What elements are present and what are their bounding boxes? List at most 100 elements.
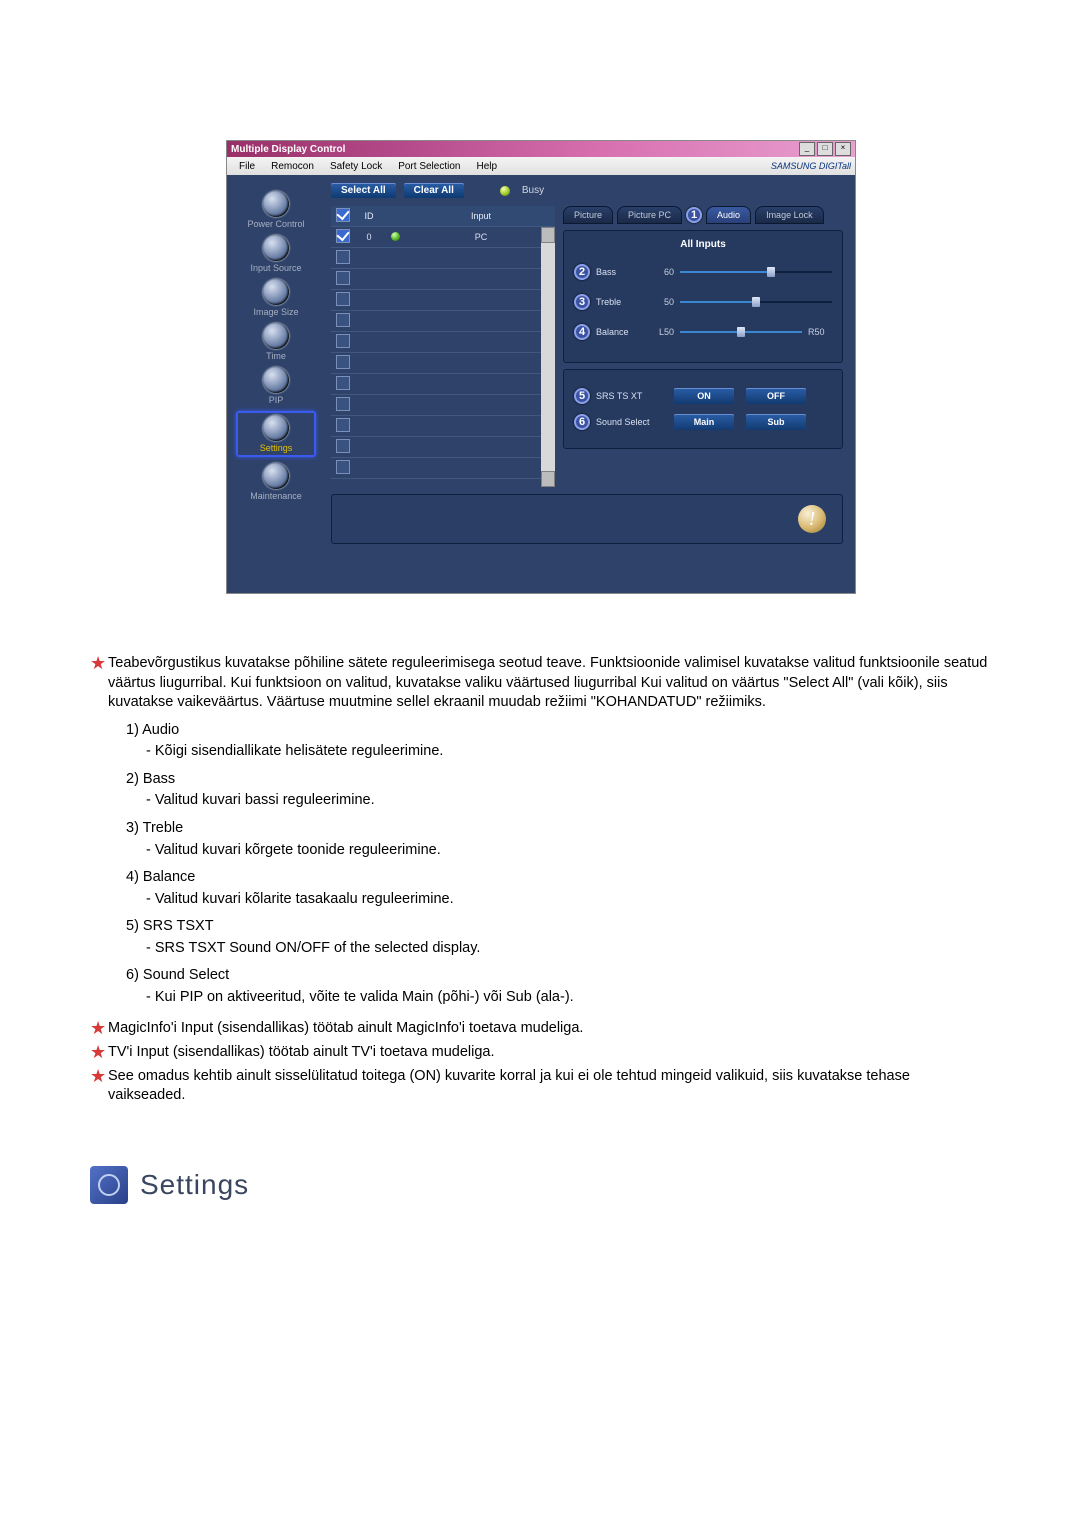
row-checkbox[interactable]	[336, 397, 350, 411]
table-row[interactable]	[331, 374, 555, 395]
treble-slider[interactable]	[680, 301, 832, 303]
row-checkbox[interactable]	[336, 418, 350, 432]
brand-logo: SAMSUNG DIGITall	[771, 161, 851, 171]
menu-safety-lock[interactable]: Safety Lock	[322, 161, 390, 172]
clear-all-button[interactable]: Clear All	[404, 183, 464, 198]
row-checkbox[interactable]	[336, 292, 350, 306]
srs-off-button[interactable]: OFF	[746, 388, 806, 404]
callout-2: 2	[574, 264, 590, 280]
star-icon: ★	[90, 1067, 108, 1106]
section-title: Settings	[140, 1169, 249, 1201]
sidebar-item-pip[interactable]: PIP	[238, 367, 314, 405]
sidebar-label: Power Control	[247, 219, 304, 229]
table-row[interactable]	[331, 290, 555, 311]
slider-thumb-icon[interactable]	[752, 297, 760, 307]
row-checkbox[interactable]	[336, 334, 350, 348]
row-checkbox[interactable]	[336, 376, 350, 390]
table-row[interactable]	[331, 332, 555, 353]
sidebar-item-image-size[interactable]: Image Size	[238, 279, 314, 317]
table-row[interactable]	[331, 437, 555, 458]
menu-port-selection[interactable]: Port Selection	[390, 161, 468, 172]
slider-thumb-icon[interactable]	[737, 327, 745, 337]
title-bar: Multiple Display Control _ □ ×	[227, 141, 855, 157]
table-row[interactable]: 0 PC	[331, 227, 555, 248]
close-icon[interactable]: ×	[835, 142, 851, 156]
select-all-button[interactable]: Select All	[331, 183, 396, 198]
all-inputs-panel: All Inputs 2 Bass 60	[563, 230, 843, 363]
item-4-desc: - Valitud kuvari kõlarite tasakaalu regu…	[146, 890, 990, 910]
status-light-icon	[391, 232, 400, 241]
sidebar-item-settings[interactable]: Settings	[236, 411, 316, 457]
balance-label: Balance	[596, 327, 644, 337]
sidebar-item-maintenance[interactable]: Maintenance	[238, 463, 314, 501]
menu-help[interactable]: Help	[468, 161, 505, 172]
row-checkbox[interactable]	[336, 460, 350, 474]
callout-1: 1	[686, 207, 702, 223]
gear-icon	[263, 415, 289, 441]
tab-picture-pc[interactable]: Picture PC	[617, 206, 682, 224]
table-row[interactable]	[331, 269, 555, 290]
scroll-up-icon[interactable]	[541, 227, 555, 243]
treble-label: Treble	[596, 297, 644, 307]
menu-file[interactable]: File	[231, 161, 263, 172]
sidebar-item-time[interactable]: Time	[238, 323, 314, 361]
wrench-icon	[263, 463, 289, 489]
row-checkbox[interactable]	[336, 313, 350, 327]
sidebar-item-power-control[interactable]: Power Control	[238, 191, 314, 229]
table-row[interactable]	[331, 248, 555, 269]
tab-audio[interactable]: Audio	[706, 206, 751, 224]
sound-select-sub-button[interactable]: Sub	[746, 414, 806, 430]
section-heading: Settings	[90, 1166, 1080, 1204]
image-size-icon	[263, 279, 289, 305]
document-body: ★ Teabevõrgustikus kuvatakse põhiline sä…	[90, 654, 990, 1106]
alert-icon: !	[798, 505, 826, 533]
busy-label: Busy	[522, 185, 544, 196]
settings-tabs: Picture Picture PC 1 Audio Image Lock	[563, 206, 843, 224]
grid-scrollbar[interactable]	[541, 227, 555, 487]
sidebar-label: Maintenance	[250, 491, 302, 501]
panel-title: All Inputs	[574, 239, 832, 250]
tab-image-lock[interactable]: Image Lock	[755, 206, 824, 224]
table-row[interactable]	[331, 395, 555, 416]
row-checkbox[interactable]	[336, 271, 350, 285]
tab-picture[interactable]: Picture	[563, 206, 613, 224]
row-checkbox[interactable]	[336, 439, 350, 453]
star-icon: ★	[90, 654, 108, 713]
row-id: 0	[355, 232, 383, 242]
balance-slider[interactable]	[680, 331, 802, 333]
table-row[interactable]	[331, 311, 555, 332]
star-icon: ★	[90, 1043, 108, 1063]
sidebar-label: Image Size	[253, 307, 298, 317]
sidebar-item-input-source[interactable]: Input Source	[238, 235, 314, 273]
sidebar-label: PIP	[269, 395, 284, 405]
row-input: PC	[407, 232, 555, 242]
srs-sound-panel: 5 SRS TS XT ON OFF 6 Sound Select Main S	[563, 369, 843, 449]
busy-indicator-icon	[500, 186, 510, 196]
item-5-desc: - SRS TSXT Sound ON/OFF of the selected …	[146, 939, 990, 959]
table-row[interactable]	[331, 458, 555, 479]
sound-select-main-button[interactable]: Main	[674, 414, 734, 430]
table-row[interactable]	[331, 353, 555, 374]
row-checkbox[interactable]	[336, 355, 350, 369]
maximize-icon[interactable]: □	[817, 142, 833, 156]
item-3-title: 3) Treble	[126, 819, 990, 839]
menu-remocon[interactable]: Remocon	[263, 161, 322, 172]
sidebar-label: Settings	[260, 443, 293, 453]
item-3-desc: - Valitud kuvari kõrgete toonide regulee…	[146, 841, 990, 861]
row-checkbox[interactable]	[336, 229, 350, 243]
status-bar: !	[331, 494, 843, 544]
note-magicinfo: MagicInfo'i Input (sisendallikas) töötab…	[108, 1019, 990, 1039]
bass-slider[interactable]	[680, 271, 832, 273]
slider-thumb-icon[interactable]	[767, 267, 775, 277]
menu-bar: File Remocon Safety Lock Port Selection …	[227, 157, 855, 175]
note-tv: TV'i Input (sisendallikas) töötab ainult…	[108, 1043, 990, 1063]
minimize-icon[interactable]: _	[799, 142, 815, 156]
app-window: Multiple Display Control _ □ × File Remo…	[226, 140, 856, 594]
input-icon	[263, 235, 289, 261]
row-checkbox[interactable]	[336, 250, 350, 264]
srs-on-button[interactable]: ON	[674, 388, 734, 404]
col-input: Input	[407, 211, 555, 221]
table-row[interactable]	[331, 416, 555, 437]
scroll-down-icon[interactable]	[541, 471, 555, 487]
item-4-title: 4) Balance	[126, 868, 990, 888]
